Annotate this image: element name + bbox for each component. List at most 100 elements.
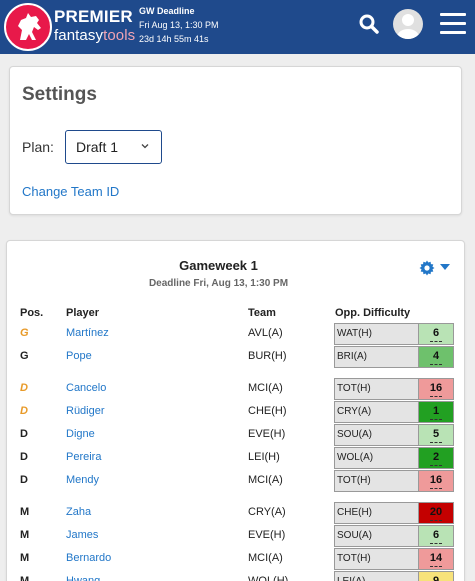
position-label: D [20,405,28,417]
team-label: WOL(H) [248,575,289,581]
difficulty-underline [430,396,442,397]
team-label: EVE(H) [248,428,286,440]
plan-value: Draft 1 [76,139,119,155]
difficulty-badge: 2 [418,447,454,469]
position-label: G [20,350,29,362]
difficulty-badge: 1 [418,401,454,423]
avatar[interactable] [393,9,423,39]
opponent-label: WAT(H) [337,328,372,339]
deadline-info: GW Deadline Fri Aug 13, 1:30 PM 23d 14h … [139,4,219,46]
position-label: D [20,474,28,486]
team-label: CHE(H) [248,405,287,417]
gameweek-title: Gameweek 1 [179,258,258,273]
player-link[interactable]: Hwang [66,575,100,581]
player-link[interactable]: Bernardo [66,552,111,564]
difficulty-underline [430,442,442,443]
player-link[interactable]: James [66,529,98,541]
caret-down-icon[interactable] [440,264,450,270]
difficulty-underline [430,419,442,420]
gameweek-deadline: Deadline Fri, Aug 13, 1:30 PM [148,278,289,289]
difficulty-underline [430,364,442,365]
difficulty-underline [430,488,442,489]
player-link[interactable]: Pope [66,350,92,362]
gameweek-card: Gameweek 1 Deadline Fri, Aug 13, 1:30 PM… [6,240,465,581]
opponent-label: LEI(A) [337,576,365,581]
difficulty-badge: 6 [418,323,454,345]
difficulty-badge: 16 [418,378,454,400]
difficulty-badge: 9 [418,571,454,581]
team-label: MCI(A) [248,552,283,564]
menu-icon[interactable] [440,13,466,35]
player-link[interactable]: Cancelo [66,382,106,394]
player-link[interactable]: Martínez [66,327,109,339]
difficulty-badge: 5 [418,424,454,446]
settings-card: Settings Plan: Draft 1 Change Team ID [9,66,462,215]
table-row: M James EVE(H) SOU(A) 6 [7,525,466,548]
search-icon[interactable] [358,13,380,35]
table-row: D Rüdiger CHE(H) CRY(A) 1 [7,401,466,424]
player-link[interactable]: Mendy [66,474,99,486]
player-link[interactable]: Rüdiger [66,405,105,417]
opponent-cell: SOU(A) [334,525,418,547]
difficulty-value: 4 [432,350,440,362]
opponent-cell: CHE(H) [334,502,418,524]
opponent-cell: LEI(A) [334,571,418,581]
position-label: M [20,552,30,564]
opponent-cell: BRI(A) [334,346,418,368]
position-label: M [20,506,30,518]
change-team-id-link[interactable]: Change Team ID [22,184,119,199]
opponent-cell: TOT(H) [334,548,418,570]
opponent-cell: TOT(H) [334,378,418,400]
opponent-label: TOT(H) [337,383,371,394]
chevron-down-icon [141,144,149,149]
position-label: M [20,575,30,581]
difficulty-value: 6 [432,327,440,339]
difficulty-badge: 20 [418,502,454,524]
difficulty-value: 14 [429,552,443,564]
table-row: G Pope BUR(H) BRI(A) 4 [7,346,466,369]
logo-icon[interactable] [4,3,52,51]
table-row: D Mendy MCI(A) TOT(H) 16 [7,470,466,493]
settings-title: Settings [22,84,97,105]
col-header-opp: Opp. Difficulty [335,307,411,319]
difficulty-value: 6 [432,529,440,541]
player-link[interactable]: Digne [66,428,95,440]
position-label: G [20,327,29,339]
team-label: AVL(A) [248,327,283,339]
position-label: D [20,428,28,440]
col-header-team: Team [248,307,276,319]
team-label: LEI(H) [248,451,280,463]
plan-label: Plan: [22,139,54,155]
opponent-label: SOU(A) [337,429,372,440]
opponent-cell: WOL(A) [334,447,418,469]
opponent-label: SOU(A) [337,530,372,541]
team-label: EVE(H) [248,529,286,541]
table-row: M Bernardo MCI(A) TOT(H) 14 [7,548,466,571]
opponent-label: TOT(H) [337,475,371,486]
position-label: D [20,382,28,394]
brand-subname: fantasytools [54,27,136,44]
deadline-countdown: 23d 14h 55m 41s [139,34,209,44]
player-link[interactable]: Zaha [66,506,91,518]
opponent-cell: WAT(H) [334,323,418,345]
difficulty-value: 9 [432,575,440,581]
difficulty-badge: 4 [418,346,454,368]
plan-select[interactable]: Draft 1 [65,130,162,164]
player-link[interactable]: Pereira [66,451,101,463]
table-row: D Pereira LEI(H) WOL(A) 2 [7,447,466,470]
team-label: BUR(H) [248,350,287,362]
difficulty-value: 16 [429,474,443,486]
gear-icon[interactable] [419,260,435,276]
position-label: M [20,529,30,541]
opponent-label: BRI(A) [337,351,367,362]
difficulty-value: 20 [429,506,443,518]
opponent-cell: TOT(H) [334,470,418,492]
brand-name: PREMIER [54,7,133,26]
opponent-label: CHE(H) [337,507,372,518]
opponent-cell: CRY(A) [334,401,418,423]
difficulty-underline [430,543,442,544]
team-label: CRY(A) [248,506,286,518]
opponent-cell: SOU(A) [334,424,418,446]
difficulty-underline [430,341,442,342]
difficulty-value: 5 [432,428,440,440]
